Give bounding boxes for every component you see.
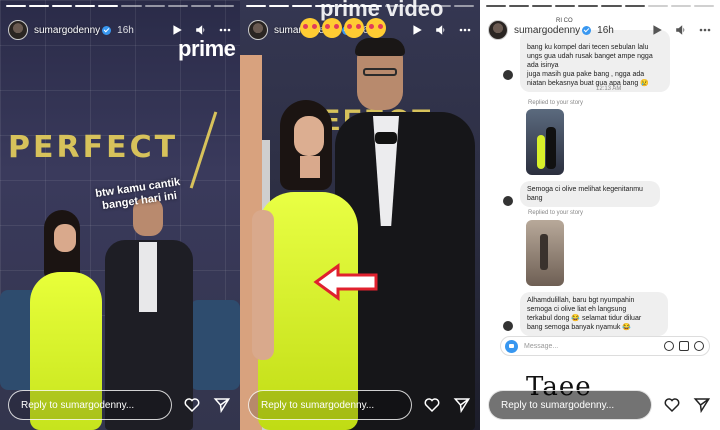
story-progress [6,5,234,7]
story-thumbnail[interactable] [526,220,564,286]
play-icon[interactable] [650,23,664,37]
smiling-face-with-hearts-icon [322,18,342,38]
arrow-sticker-icon [313,263,378,301]
heart-icon[interactable] [662,395,682,415]
emoji-row [300,18,386,38]
post-time: 16h [117,24,134,36]
microphone-icon[interactable] [664,341,674,351]
avatar[interactable] [248,20,268,40]
reply-placeholder: Reply to sumargodenny... [21,399,135,411]
gallery-icon[interactable] [679,341,689,351]
smiling-face-with-hearts-icon [344,18,364,38]
message-timestamp: 12:13 AM [596,86,622,92]
dm-screenshot: RI CO bang ku kompel dari tecen sebulan … [498,12,710,338]
story-progress [246,5,474,7]
chair [190,300,240,390]
send-icon[interactable] [212,395,232,415]
message-text: bang ku kompel dari tecen sebulan lalu u… [527,44,653,87]
send-icon[interactable] [692,395,712,415]
story-header: sumargodenny 16h [8,20,232,40]
verified-badge-icon [582,25,592,35]
add-icon[interactable] [694,341,704,351]
volume-icon[interactable] [194,23,208,37]
reply-input[interactable]: Reply to sumargodenny... [8,390,172,420]
volume-icon[interactable] [674,23,688,37]
verified-badge-icon [102,25,112,35]
avatar [503,70,513,80]
avatar [503,196,513,206]
more-options-icon[interactable] [698,23,712,37]
story-footer: Reply to sumargodenny... [8,390,232,420]
crying-emoji-icon: 😢 [640,80,649,87]
story-header: sumargodenny 16h [488,20,712,40]
story-progress [486,5,714,7]
replied-label: Replied to your story [528,100,584,106]
more-options-icon[interactable] [458,23,472,37]
chat-message: Alhamdulillah, baru bgt nyumpahin semoga… [520,292,668,336]
play-icon[interactable] [410,23,424,37]
heart-icon[interactable] [422,395,442,415]
replied-label: Replied to your story [528,210,584,216]
story-thumbnail[interactable] [526,109,564,175]
smiling-face-with-hearts-icon [300,18,320,38]
story-panel-2[interactable]: prime video EFECT sumargodenny 16h Reply… [240,0,480,430]
message-input[interactable]: Message... [500,336,710,356]
send-icon[interactable] [452,395,472,415]
play-icon[interactable] [170,23,184,37]
avatar[interactable] [8,20,28,40]
story-panel-1[interactable]: prime PERFECT btw kamu cantik banget har… [0,0,240,430]
username[interactable]: sumargodenny [34,25,100,36]
story-footer: Reply to sumargodenny... [488,390,712,420]
more-options-icon[interactable] [218,23,232,37]
chat-message: Semoga ci olive melihat kegenitanmu bang [520,181,660,207]
username[interactable]: sumargodenny [514,25,580,36]
avatar [503,321,513,331]
story-panel-3[interactable]: RI CO bang ku kompel dari tecen sebulan … [480,0,720,430]
avatar[interactable] [488,20,508,40]
camera-icon[interactable] [505,339,518,353]
story-footer: Reply to sumargodenny... [248,390,472,420]
message-placeholder: Message... [524,342,559,350]
event-sign-text: PERFECT [8,130,179,165]
reply-input[interactable]: Reply to sumargodenny... [488,390,652,420]
post-time: 16h [597,24,614,36]
heart-icon[interactable] [182,395,202,415]
reply-input[interactable]: Reply to sumargodenny... [248,390,412,420]
reply-placeholder: Reply to sumargodenny... [261,399,375,411]
reply-placeholder: Reply to sumargodenny... [501,399,615,411]
smiling-face-with-hearts-icon [366,18,386,38]
volume-icon[interactable] [434,23,448,37]
